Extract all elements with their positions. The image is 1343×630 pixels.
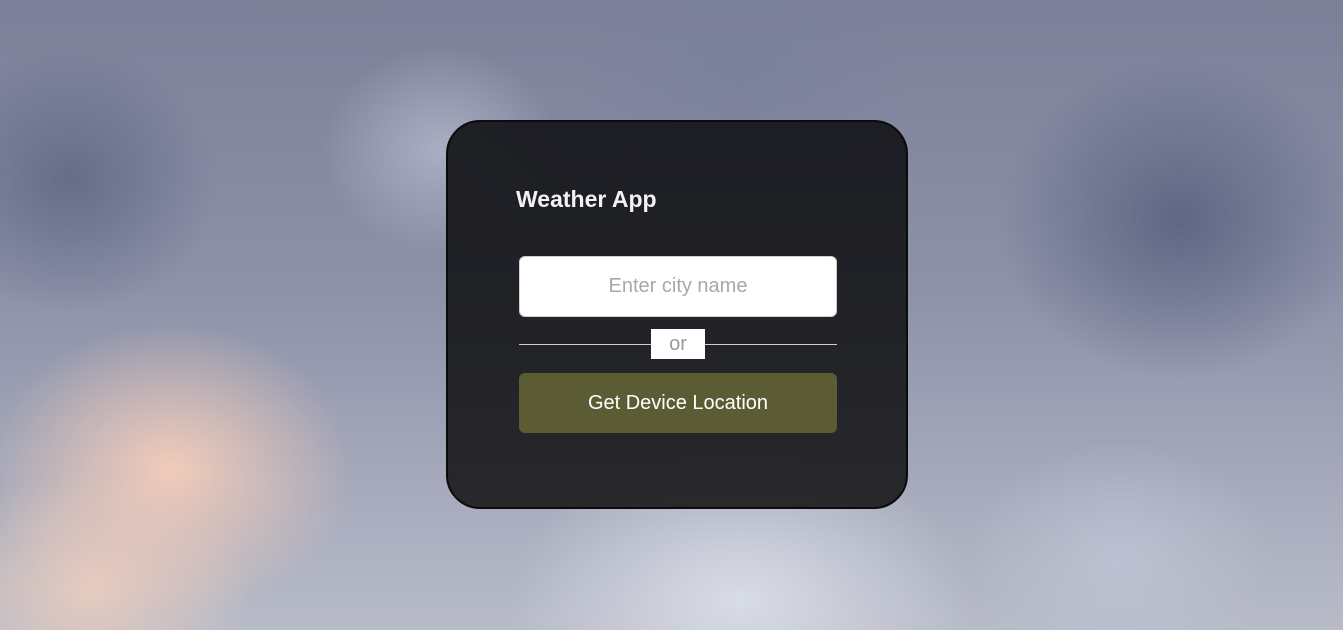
- app-title: Weather App: [516, 186, 657, 212]
- weather-card: Weather App or Get Device Location: [446, 120, 908, 509]
- get-device-location-button[interactable]: Get Device Location: [519, 373, 837, 433]
- city-search-input[interactable]: [519, 256, 837, 317]
- or-divider-label: or: [651, 329, 705, 359]
